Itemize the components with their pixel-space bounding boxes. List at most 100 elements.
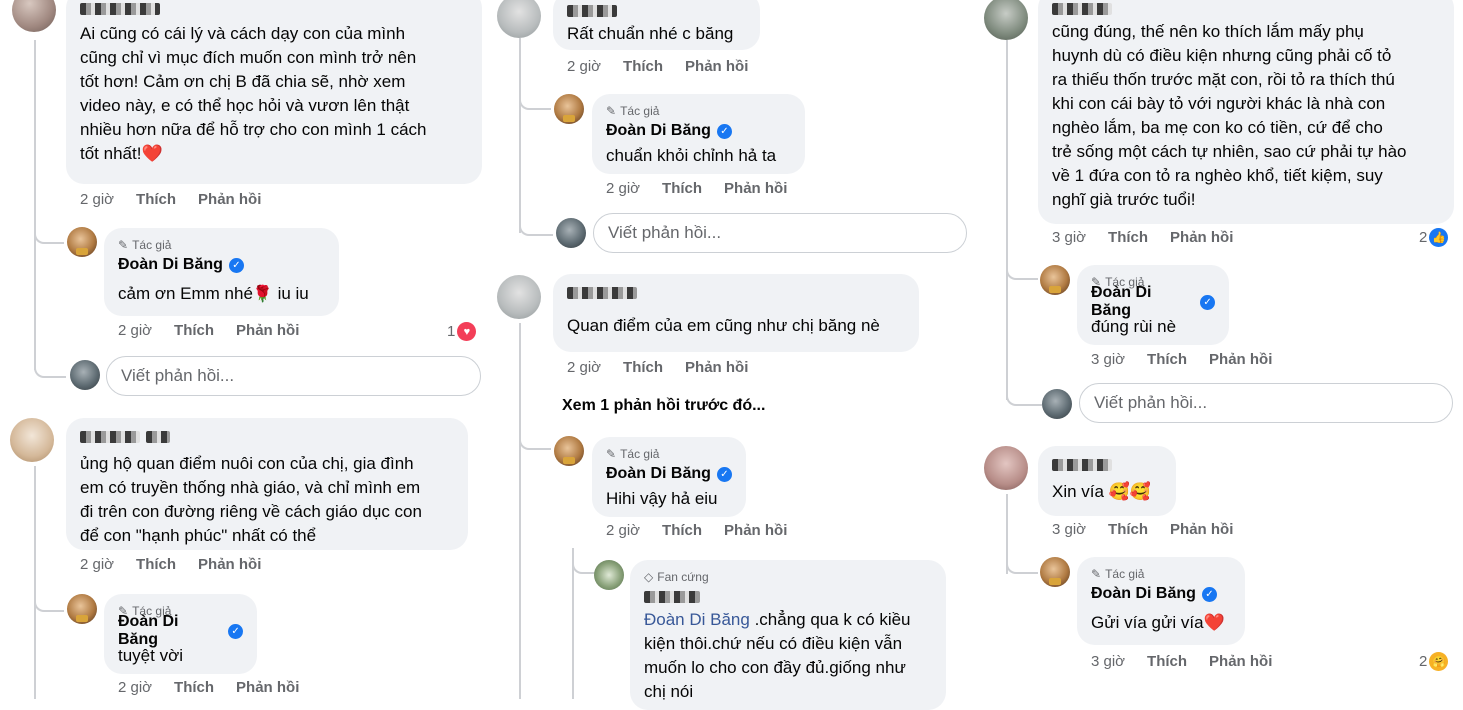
reply-button[interactable]: Phản hồi xyxy=(236,322,299,339)
commenter-name-blurred[interactable] xyxy=(567,0,746,22)
like-button[interactable]: Thích xyxy=(623,58,663,75)
reply-actions: 3 giờ Thích Phản hồi xyxy=(1091,351,1272,368)
reply-actions: 2 giờ Thích Phản hồi xyxy=(118,679,299,696)
reply-time[interactable]: 2 giờ xyxy=(606,180,640,197)
reply-connector xyxy=(519,88,551,110)
comment-time[interactable]: 2 giờ xyxy=(567,58,601,75)
like-button[interactable]: Thích xyxy=(662,180,702,197)
reply-button[interactable]: Phản hồi xyxy=(724,180,787,197)
view-previous-replies-link[interactable]: Xem 1 phản hồi trước đó... xyxy=(562,397,765,415)
comment-bubble: cũng đúng, thế nên ko thích lắm mấy phụ … xyxy=(1038,0,1454,224)
author-avatar[interactable] xyxy=(1040,265,1070,295)
reply-button[interactable]: Phản hồi xyxy=(236,679,299,696)
commenter-name-blurred[interactable] xyxy=(1052,0,1440,20)
like-button[interactable]: Thích xyxy=(1147,351,1187,368)
author-mention-link[interactable]: Đoàn Di Băng xyxy=(644,610,750,629)
comment-time[interactable]: 2 giờ xyxy=(80,556,114,573)
thread-line xyxy=(34,466,36,699)
like-button[interactable]: Thích xyxy=(1147,653,1187,670)
author-badge: ✎ Tác giả xyxy=(606,104,660,118)
reaction-count: 2 xyxy=(1419,653,1428,670)
reply-bubble: ✎ Tác giả Đoàn Di Băng ✓ cảm ơn Emm nhé🌹 i… xyxy=(104,228,339,316)
reply-actions: 2 giờ Thích Phản hồi xyxy=(606,522,787,539)
reply-button[interactable]: Phản hồi xyxy=(685,359,748,376)
like-reaction-icon: 👍 xyxy=(1429,228,1449,247)
comment-time[interactable]: 2 giờ xyxy=(80,191,114,208)
reply-time[interactable]: 2 giờ xyxy=(118,322,152,339)
like-button[interactable]: Thích xyxy=(174,679,214,696)
commenter-avatar[interactable] xyxy=(12,0,56,32)
pencil-icon: ✎ xyxy=(118,238,129,252)
commenter-avatar[interactable] xyxy=(10,418,54,462)
reply-button[interactable]: Phản hồi xyxy=(1209,351,1272,368)
diamond-icon: ◇ xyxy=(644,570,654,584)
reply-button[interactable]: Phản hồi xyxy=(685,58,748,75)
comment-bubble: Rất chuẩn nhé c băng xyxy=(553,0,760,50)
commenter-avatar[interactable] xyxy=(984,446,1028,490)
current-user-avatar xyxy=(1042,389,1072,419)
author-avatar[interactable] xyxy=(554,94,584,124)
commenter-avatar[interactable] xyxy=(497,0,541,38)
reply-button[interactable]: Phản hồi xyxy=(1209,653,1272,670)
author-name[interactable]: Đoàn Di Băng xyxy=(1091,585,1196,603)
reply-time[interactable]: 2 giờ xyxy=(118,679,152,696)
pencil-icon: ✎ xyxy=(606,447,617,461)
like-button[interactable]: Thích xyxy=(623,359,663,376)
commenter-name-blurred[interactable] xyxy=(80,0,468,20)
thread-line xyxy=(519,323,521,699)
reaction-summary[interactable]: 2 👍 xyxy=(1419,228,1449,247)
reply-time[interactable]: 2 giờ xyxy=(606,522,640,539)
comment-time[interactable]: 3 giờ xyxy=(1052,229,1086,246)
reply-time[interactable]: 3 giờ xyxy=(1091,351,1125,368)
like-button[interactable]: Thích xyxy=(1108,229,1148,246)
pencil-icon: ✎ xyxy=(1091,567,1102,581)
author-avatar[interactable] xyxy=(67,594,97,624)
commenter-name-blurred[interactable] xyxy=(644,586,932,608)
reply-button[interactable]: Phản hồi xyxy=(1170,521,1233,538)
like-button[interactable]: Thích xyxy=(174,322,214,339)
commenter-name-blurred[interactable] xyxy=(80,426,454,448)
reaction-count: 2 xyxy=(1419,229,1428,246)
comment-time[interactable]: 2 giờ xyxy=(567,359,601,376)
current-user-avatar xyxy=(70,360,100,390)
commenter-avatar[interactable] xyxy=(497,275,541,319)
verified-check-icon: ✓ xyxy=(716,123,732,139)
reply-time[interactable]: 3 giờ xyxy=(1091,653,1125,670)
comment-time[interactable]: 3 giờ xyxy=(1052,521,1086,538)
commenter-avatar[interactable] xyxy=(984,0,1028,40)
comment-text: Rất chuẩn nhé c băng xyxy=(567,24,734,43)
like-button[interactable]: Thích xyxy=(1108,521,1148,538)
reply-button[interactable]: Phản hồi xyxy=(198,191,261,208)
commenter-name-blurred[interactable] xyxy=(1052,454,1162,476)
reaction-summary[interactable]: 1 ♥ xyxy=(447,322,477,341)
care-reaction-icon: 🤗 xyxy=(1429,652,1449,671)
author-avatar[interactable] xyxy=(554,436,584,466)
verified-check-icon: ✓ xyxy=(228,257,244,273)
commenter-name-blurred[interactable] xyxy=(567,282,905,304)
comment-actions: 2 giờ Thích Phản hồi xyxy=(80,556,261,573)
comment-text: Xin vía xyxy=(1052,482,1104,501)
reply-connector xyxy=(1006,550,1038,574)
like-button[interactable]: Thích xyxy=(136,556,176,573)
reply-input[interactable]: Viết phản hồi... xyxy=(1079,383,1453,423)
author-avatar[interactable] xyxy=(67,227,97,257)
author-name[interactable]: Đoàn Di Băng xyxy=(606,465,711,483)
commenter-avatar[interactable] xyxy=(594,560,624,590)
author-name[interactable]: Đoàn Di Băng xyxy=(118,256,223,274)
reply-button[interactable]: Phản hồi xyxy=(724,522,787,539)
author-avatar[interactable] xyxy=(1040,557,1070,587)
reply-text: Hihi vậy hả eiu xyxy=(606,489,718,508)
author-name[interactable]: Đoàn Di Băng xyxy=(606,122,711,140)
reply-button[interactable]: Phản hồi xyxy=(1170,229,1233,246)
like-button[interactable]: Thích xyxy=(662,522,702,539)
reply-button[interactable]: Phản hồi xyxy=(198,556,261,573)
like-button[interactable]: Thích xyxy=(136,191,176,208)
reaction-summary[interactable]: 2 🤗 xyxy=(1419,652,1449,671)
reply-input[interactable]: Viết phản hồi... xyxy=(593,213,967,253)
reply-text: tuyệt vời xyxy=(118,646,184,665)
reply-input[interactable]: Viết phản hồi... xyxy=(106,356,481,396)
comment-actions: 2 giờ Thích Phản hồi xyxy=(80,191,261,208)
rose-emoji: 🌹 xyxy=(252,286,273,303)
reply-actions: 2 giờ Thích Phản hồi xyxy=(606,180,787,197)
reply-text: đúng rùi nè xyxy=(1091,317,1177,336)
